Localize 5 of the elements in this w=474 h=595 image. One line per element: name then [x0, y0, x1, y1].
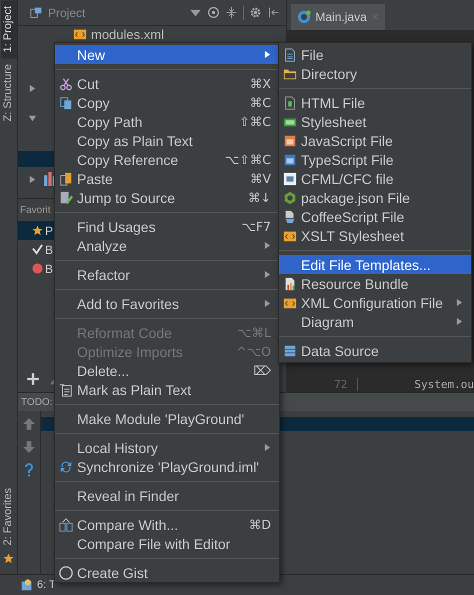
line-number: 72 [297, 378, 358, 390]
panel-title: TODO: [21, 396, 52, 408]
panel-title: Favorit [20, 204, 51, 216]
code-line: System.ou [414, 378, 474, 390]
panel-title: Project [48, 6, 86, 20]
